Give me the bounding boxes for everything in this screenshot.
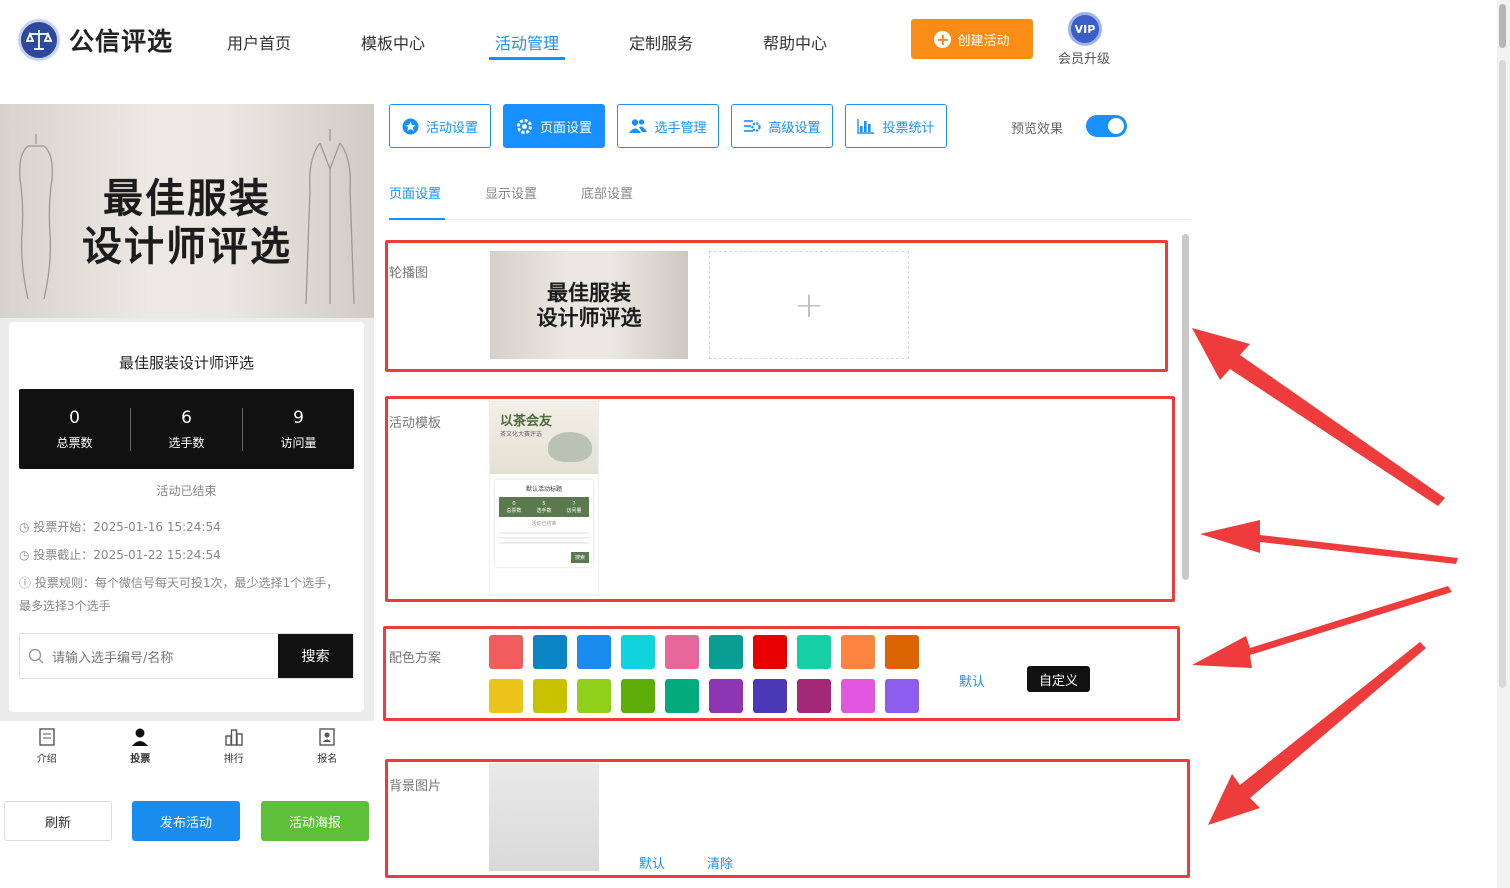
subtab-page-settings[interactable]: 页面设置 bbox=[389, 183, 441, 202]
nav-custom-service[interactable]: 定制服务 bbox=[629, 30, 693, 54]
stat-total-votes: 0 总票数 bbox=[56, 407, 93, 450]
gear-icon bbox=[516, 118, 532, 134]
user-icon bbox=[132, 728, 149, 746]
preview-search-input[interactable]: 请输入选手编号/名称 bbox=[20, 634, 278, 678]
sliders-icon bbox=[744, 120, 762, 132]
annotation-arrows bbox=[1192, 328, 1458, 825]
star-icon bbox=[402, 118, 419, 134]
page-settings-button[interactable]: 页面设置 bbox=[503, 104, 605, 148]
stat-contestants: 6 选手数 bbox=[130, 407, 242, 451]
users-icon bbox=[629, 119, 648, 133]
nav-template-center[interactable]: 模板中心 bbox=[361, 30, 425, 54]
subtab-divider bbox=[389, 219, 1189, 220]
preview-tabbar: 介绍 投票 排行 报名 bbox=[0, 721, 374, 771]
logo-icon bbox=[18, 19, 60, 61]
banner-title-line2: 设计师评选 bbox=[82, 223, 292, 270]
activity-settings-button[interactable]: 活动设置 bbox=[389, 104, 491, 148]
tab-intro[interactable]: 介绍 bbox=[0, 721, 94, 771]
stat-visits: 9 访问量 bbox=[242, 407, 354, 451]
search-icon bbox=[28, 648, 44, 664]
vote-rule: ⓘ 投票规则：每个微信号每天可投1次，最少选择1个选手，最多选择3个选手 bbox=[19, 576, 339, 613]
brand-name[interactable]: 公信评选 bbox=[69, 22, 173, 58]
preview-banner: 最佳服装 设计师评选 bbox=[0, 104, 374, 318]
document-icon bbox=[39, 728, 55, 746]
activity-card: 最佳服装设计师评选 0 总票数 6 选手数 9 访问量 活动已结束 ◷ 投票开始：20… bbox=[9, 322, 364, 712]
register-icon bbox=[319, 728, 335, 746]
arrow-to-template bbox=[1200, 520, 1458, 564]
activity-status: 活动已结束 bbox=[156, 484, 217, 498]
tab-register[interactable]: 报名 bbox=[281, 721, 375, 771]
bar-chart-icon bbox=[857, 119, 875, 134]
advanced-settings-button[interactable]: 高级设置 bbox=[731, 104, 833, 148]
highlight-box-background bbox=[385, 759, 1190, 878]
arrow-to-background bbox=[1208, 642, 1426, 825]
create-activity-button[interactable]: + 创建活动 bbox=[911, 19, 1033, 59]
highlight-box-colors bbox=[383, 626, 1180, 721]
publish-activity-button[interactable]: 发布活动 bbox=[132, 801, 240, 841]
nav-active-indicator bbox=[489, 57, 565, 60]
info-icon: ⓘ bbox=[19, 576, 35, 590]
preview-effect-label: 预览效果 bbox=[1011, 122, 1064, 137]
tab-vote[interactable]: 投票 bbox=[94, 721, 188, 771]
vote-end: ◷ 投票截止：2025-01-22 15:24:54 bbox=[19, 548, 221, 562]
refresh-button[interactable]: 刷新 bbox=[4, 801, 112, 841]
vip-icon[interactable]: VIP bbox=[1068, 12, 1102, 46]
vote-statistics-button[interactable]: 投票统计 bbox=[845, 104, 947, 148]
activity-poster-button[interactable]: 活动海报 bbox=[261, 801, 369, 841]
nav-activity-management[interactable]: 活动管理 bbox=[495, 30, 559, 54]
subtab-footer-settings[interactable]: 底部设置 bbox=[581, 183, 633, 202]
page-scrollbar-track-thumb[interactable] bbox=[1499, 60, 1506, 688]
tab-ranking[interactable]: 排行 bbox=[187, 721, 281, 771]
clock-icon: ◷ bbox=[19, 520, 34, 534]
preview-search-button[interactable]: 搜索 bbox=[278, 634, 353, 678]
ranking-icon bbox=[225, 729, 243, 746]
member-upgrade-link[interactable]: 会员升级 bbox=[1058, 48, 1110, 67]
preview-effect-toggle[interactable] bbox=[1086, 115, 1127, 137]
toggle-knob bbox=[1108, 118, 1124, 134]
highlight-box-carousel bbox=[385, 240, 1168, 372]
mobile-preview: 最佳服装 设计师评选 最佳服装设计师评选 0 总票数 6 选手数 9 访问量 活动已结… bbox=[0, 104, 374, 721]
arrow-to-carousel bbox=[1192, 328, 1445, 506]
page-scrollbar-thumb[interactable] bbox=[1499, 4, 1506, 48]
highlight-box-template bbox=[385, 396, 1175, 602]
contestant-management-button[interactable]: 选手管理 bbox=[617, 104, 719, 148]
stats-panel: 0 总票数 6 选手数 9 访问量 bbox=[19, 389, 354, 469]
preview-search: 请输入选手编号/名称 搜索 bbox=[19, 633, 354, 679]
vote-start: ◷ 投票开始：2025-01-16 15:24:54 bbox=[19, 520, 221, 534]
nav-help-center[interactable]: 帮助中心 bbox=[763, 30, 827, 54]
subtab-display-settings[interactable]: 显示设置 bbox=[485, 183, 537, 202]
clock-icon: ◷ bbox=[19, 548, 34, 562]
nav-user-home[interactable]: 用户首页 bbox=[227, 30, 291, 54]
create-activity-label: 创建活动 bbox=[957, 33, 1010, 49]
plus-icon: + bbox=[934, 29, 952, 49]
activity-title: 最佳服装设计师评选 bbox=[118, 354, 254, 372]
subtab-active-indicator bbox=[389, 218, 445, 220]
